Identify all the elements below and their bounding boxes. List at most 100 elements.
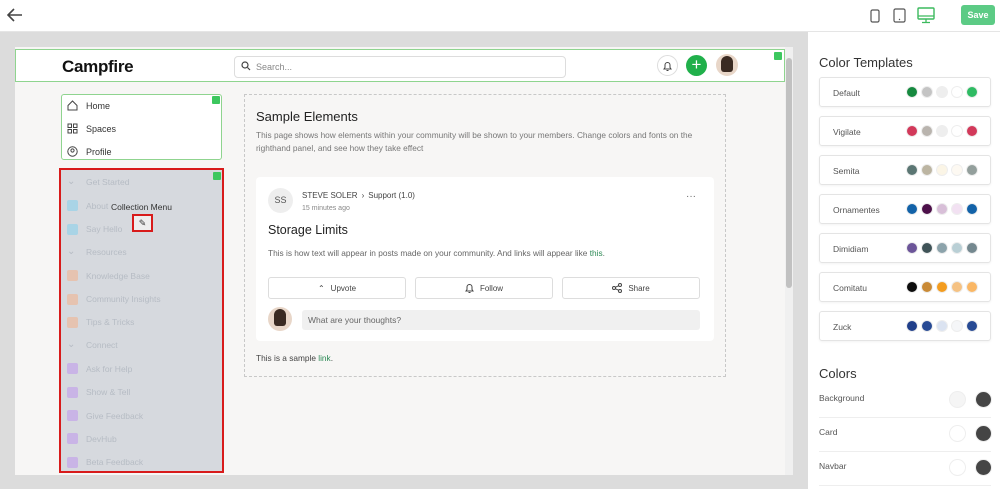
space-icon <box>67 316 78 328</box>
user-circle-icon <box>67 146 78 157</box>
collection-item-label: Ask for Help <box>86 363 133 374</box>
light-color-picker[interactable] <box>949 391 966 408</box>
desktop-icon[interactable] <box>917 7 935 24</box>
space-icon <box>67 410 78 421</box>
template-name: Ornamentes <box>833 205 880 215</box>
color-swatch <box>921 203 933 215</box>
collection-item[interactable]: Give Feedback <box>67 410 143 421</box>
post-time: 15 minutes ago <box>302 205 350 212</box>
tablet-icon[interactable] <box>893 8 906 23</box>
page-title: Sample Elements <box>256 109 358 124</box>
color-row-navbar: Navbar <box>819 452 992 486</box>
post-link[interactable]: this <box>590 248 603 258</box>
template-zuck[interactable]: Zuck <box>819 311 991 341</box>
collection-item[interactable]: Beta Feedback <box>67 456 143 468</box>
color-swatch <box>921 281 933 293</box>
color-swatch <box>936 281 948 293</box>
post-title: Storage Limits <box>268 223 348 237</box>
collection-item-label: Tips & Tricks <box>86 317 135 328</box>
arrow-left-icon[interactable] <box>7 8 23 22</box>
color-swatch <box>936 164 948 176</box>
color-swatch <box>951 203 963 215</box>
space-icon <box>67 223 78 235</box>
comment-input[interactable]: What are your thoughts? <box>302 310 700 330</box>
section-badge[interactable] <box>212 96 220 104</box>
share-icon <box>612 283 623 293</box>
sample-elements: Sample Elements This page shows how elem… <box>244 94 726 377</box>
color-swatch <box>951 125 963 137</box>
notifications-button[interactable] <box>657 55 678 76</box>
logo: Campfire <box>62 57 134 76</box>
collection-item[interactable]: About <box>67 200 109 212</box>
color-swatch <box>936 320 948 332</box>
share-button[interactable]: Share <box>562 277 700 299</box>
section-badge[interactable] <box>213 172 221 180</box>
collection-item-label: Say Hello <box>86 224 123 235</box>
dark-color-picker[interactable] <box>975 391 992 408</box>
collection-menu[interactable]: Beta Feedback DevHub Give Feedback Show & T… <box>59 168 224 473</box>
avatar: SS <box>268 188 293 213</box>
template-ornamentes[interactable]: Ornamentes <box>819 194 991 224</box>
dark-color-picker[interactable] <box>975 425 992 442</box>
collection-header[interactable]: ⌄ Get Started <box>67 177 129 188</box>
space-icon <box>67 200 78 212</box>
color-swatch <box>936 125 948 137</box>
color-name: Card <box>819 427 838 437</box>
color-swatch <box>951 86 963 98</box>
space-icon <box>67 386 78 398</box>
collection-header[interactable]: ⌄ Resources <box>67 246 127 257</box>
color-swatch <box>951 320 963 332</box>
search-input[interactable]: Search... <box>234 56 566 78</box>
template-dimidiam[interactable]: Dimidiam <box>819 233 991 263</box>
collection-item-label: Resources <box>86 246 127 257</box>
sample-link[interactable]: link <box>318 353 330 363</box>
color-swatch <box>906 86 918 98</box>
collection-menu-tooltip: Collection Menu <box>111 202 172 212</box>
color-row-card: Card <box>819 418 992 452</box>
collection-header[interactable]: ⌄ Connect <box>67 339 118 351</box>
colors-title: Colors <box>819 366 857 381</box>
collection-item[interactable]: DevHub <box>67 433 117 445</box>
upvote-button[interactable]: ⌃ Upvote <box>268 277 406 299</box>
pencil-icon[interactable]: ✎ <box>132 214 153 232</box>
light-color-picker[interactable] <box>949 459 966 476</box>
template-default[interactable]: Default <box>819 77 991 107</box>
nav-item-profile[interactable]: Profile <box>67 146 112 157</box>
template-semita[interactable]: Semita <box>819 155 991 185</box>
plus-icon[interactable]: + <box>686 55 707 76</box>
navbar: Campfire Search... + <box>15 49 785 82</box>
collection-item[interactable]: Community Insights <box>67 293 161 305</box>
template-name: Comitatu <box>833 283 868 293</box>
template-vigilate[interactable]: Vigilate <box>819 116 991 146</box>
color-swatch <box>906 164 918 176</box>
nav-item-spaces[interactable]: Spaces <box>67 123 116 134</box>
template-name: Semita <box>833 166 860 176</box>
author-name[interactable]: STEVE SOLER <box>302 191 358 200</box>
follow-button[interactable]: Follow <box>415 277 553 299</box>
color-swatch <box>936 86 948 98</box>
save-button[interactable]: Save <box>961 5 995 25</box>
scrollbar-thumb[interactable] <box>786 58 792 288</box>
space-name[interactable]: Support (1.0) <box>368 191 415 200</box>
more-icon[interactable]: ··· <box>686 191 696 202</box>
chevron-down-icon: ⌄ <box>67 339 76 351</box>
template-name: Dimidiam <box>833 244 869 254</box>
color-swatch <box>921 125 933 137</box>
collection-item[interactable]: Tips & Tricks <box>67 316 135 328</box>
color-name: Navbar <box>819 461 847 471</box>
section-badge[interactable] <box>774 52 782 60</box>
color-swatch <box>906 320 918 332</box>
dark-color-picker[interactable] <box>975 459 992 476</box>
nav-item-home[interactable]: Home <box>67 100 110 111</box>
avatar[interactable] <box>716 54 738 76</box>
template-comitatu[interactable]: Comitatu <box>819 272 991 302</box>
collection-item[interactable]: Knowledge Base <box>67 270 150 282</box>
collection-item[interactable]: Ask for Help <box>67 363 133 375</box>
collection-item[interactable]: Show & Tell <box>67 386 130 398</box>
phone-icon[interactable] <box>870 9 880 23</box>
collection-item[interactable]: Say Hello <box>67 223 123 235</box>
light-color-picker[interactable] <box>949 425 966 442</box>
templates-title: Color Templates <box>819 55 913 70</box>
collection-item-label: About <box>86 200 109 211</box>
space-icon <box>67 433 78 445</box>
